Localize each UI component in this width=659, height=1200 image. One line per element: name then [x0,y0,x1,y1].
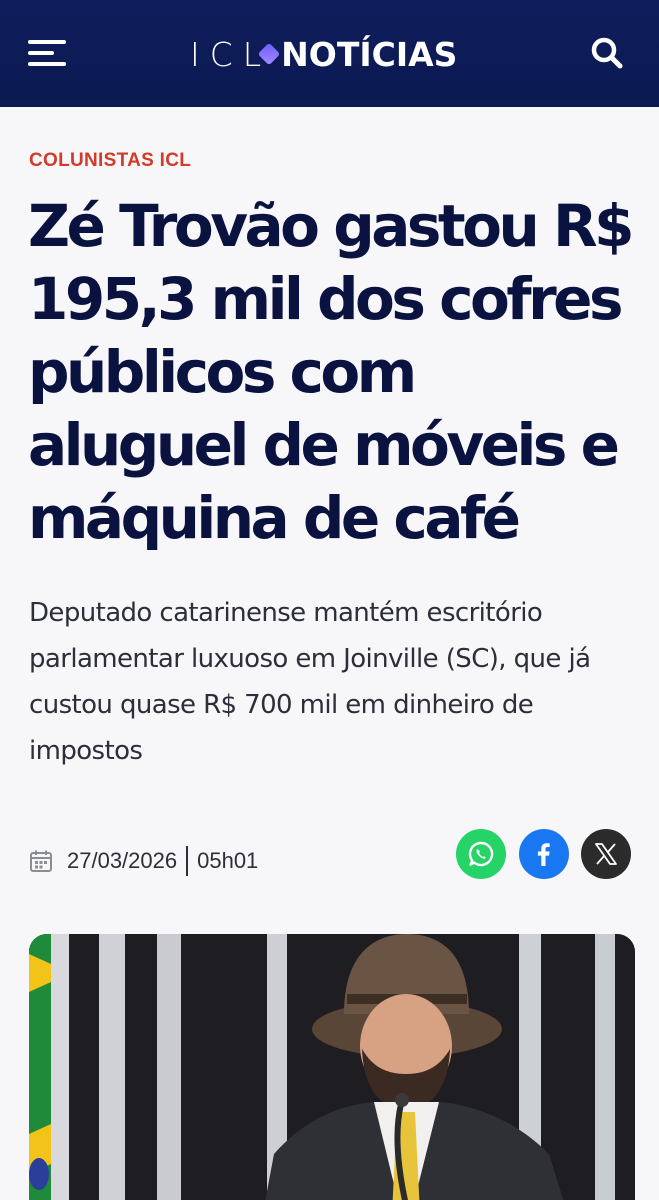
whatsapp-icon [468,841,494,867]
share-whatsapp-button[interactable] [456,829,506,879]
site-logo[interactable]: ICL NOTÍCIAS [190,33,457,75]
share-x-button[interactable] [581,829,631,879]
hamburger-menu-icon[interactable] [28,38,68,68]
publish-date: 27/03/2026 [67,848,178,873]
meta-divider [186,846,189,876]
article-meta: 27/03/2026 05h01 [29,843,258,879]
article-title: Zé Trovão gastou R$ 195,3 mil dos cofres… [28,192,634,552]
facebook-icon [537,843,550,866]
article-photo [29,934,635,1200]
article-photo-illustration [29,934,635,1200]
x-icon [595,843,617,865]
publish-time: 05h01 [197,848,259,873]
article-category[interactable]: COLUNISTAS ICL [29,150,191,172]
share-facebook-button[interactable] [519,829,569,879]
article-subtitle: Deputado catarinense mantém escritório p… [29,598,591,766]
calendar-icon [30,850,52,872]
site-header: ICL NOTÍCIAS [0,0,659,107]
search-icon[interactable] [590,36,624,70]
logo-name: NOTÍCIAS [281,34,458,74]
page: ICL NOTÍCIAS COLUNISTAS ICL Zé Trovão ga… [0,0,659,1200]
